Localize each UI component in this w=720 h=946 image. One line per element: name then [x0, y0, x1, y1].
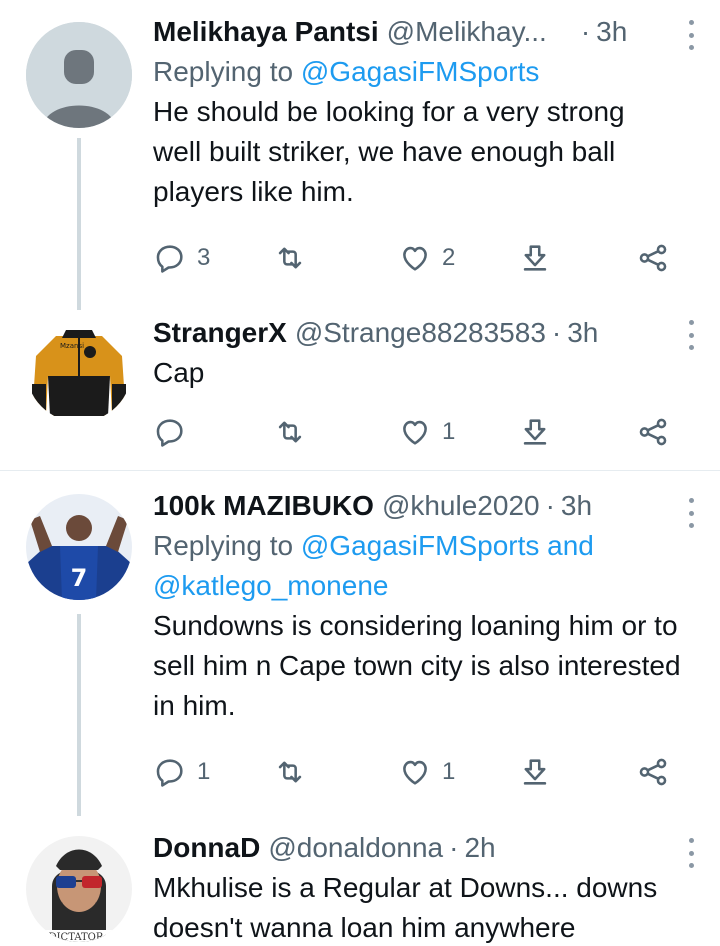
mention-link[interactable]: @katlego_monene [153, 570, 388, 601]
mention-link[interactable]: @GagasiFMSports and [301, 530, 594, 561]
bookmark-icon [523, 759, 547, 785]
avatar-default[interactable] [26, 22, 132, 128]
poster-avatar-image: DICTATOR [26, 836, 132, 942]
like-icon [403, 246, 427, 271]
avatar-donnad[interactable]: DICTATOR [26, 836, 132, 942]
reply-count: 1 [197, 758, 211, 785]
reply-button[interactable] [153, 412, 187, 452]
author-name[interactable]: Melikhaya Pantsi [153, 12, 379, 52]
share-button[interactable] [636, 238, 670, 278]
like-icon [403, 420, 427, 445]
like-button[interactable]: 1 [398, 752, 455, 792]
retweet-icon [278, 247, 302, 269]
tweet-text: Cap [153, 357, 205, 388]
reply-icon [156, 245, 183, 273]
jacket-avatar-image: Mzansi [26, 316, 132, 422]
tweet-text: Mkhulise is a Regular at Downs... downs … [153, 872, 658, 943]
replying-to-label: Replying to [153, 530, 294, 561]
author-handle[interactable]: @Melikhay... [387, 12, 547, 52]
separator-dot: · [580, 16, 591, 47]
tweet-actions: 1 [153, 412, 673, 452]
more-icon[interactable] [686, 498, 696, 528]
author-name[interactable]: StrangerX [153, 313, 287, 353]
default-avatar-icon [26, 22, 132, 128]
bookmark-button[interactable] [518, 752, 552, 792]
thread-line [77, 614, 81, 816]
tweet-text: He should be looking for a very strong w… [153, 96, 625, 207]
tweet-time[interactable]: 3h [596, 12, 627, 52]
tweet-time[interactable]: 3h [561, 486, 592, 526]
author-name[interactable]: 100k MAZIBUKO [153, 486, 374, 526]
mention-link[interactable]: @GagasiFMSports [301, 56, 540, 87]
like-count: 1 [442, 758, 456, 785]
tweet-time[interactable]: 2h [464, 828, 495, 868]
retweet-button[interactable] [273, 238, 307, 278]
tweet-text: Sundowns is considering loaning him or t… [153, 610, 681, 721]
more-icon[interactable] [686, 838, 696, 868]
more-icon[interactable] [686, 20, 696, 50]
author-name[interactable]: DonnaD [153, 828, 260, 868]
share-button[interactable] [636, 752, 670, 792]
more-icon[interactable] [686, 320, 696, 350]
retweet-button[interactable] [273, 412, 307, 452]
share-icon [639, 418, 667, 446]
thread-line [77, 138, 81, 310]
jersey-avatar-image: 7 [26, 494, 132, 600]
author-handle[interactable]: @donaldonna [268, 828, 443, 868]
like-button[interactable]: 1 [398, 412, 455, 452]
author-handle[interactable]: @Strange88283583 [295, 313, 546, 353]
reply-button[interactable]: 3 [153, 238, 210, 278]
like-count: 1 [442, 418, 456, 445]
like-count: 2 [442, 244, 456, 271]
jersey-number: 7 [71, 564, 88, 592]
reply-icon [156, 419, 183, 447]
tweet-donnad[interactable]: DICTATOR DonnaD @donaldonna · 2h Mkhulis… [0, 822, 720, 946]
separator-dot: · [449, 832, 459, 863]
retweet-icon [278, 761, 302, 783]
replying-to: Replying to @GagasiFMSports [153, 52, 700, 92]
poster-title: DICTATOR [49, 932, 104, 942]
share-icon [639, 244, 667, 272]
jacket-text: Mzansi [60, 342, 84, 350]
retweet-icon [278, 421, 302, 443]
author-handle[interactable]: @khule2020 [382, 486, 540, 526]
tweet-actions: 3 2 [153, 238, 673, 278]
bookmark-icon [523, 419, 547, 445]
replying-to-label: Replying to [153, 56, 294, 87]
reply-icon [156, 759, 183, 787]
like-button[interactable]: 2 [398, 238, 455, 278]
share-icon [639, 758, 667, 786]
replying-to: Replying to @GagasiFMSports and [153, 526, 700, 566]
avatar-strangerx[interactable]: Mzansi [26, 316, 132, 422]
tweet-time[interactable]: 3h [567, 313, 598, 353]
separator-dot: · [545, 490, 555, 521]
like-icon [403, 760, 427, 785]
tweet-divider [0, 470, 720, 471]
share-button[interactable] [636, 412, 670, 452]
bookmark-icon [523, 245, 547, 271]
reply-count: 3 [197, 244, 211, 271]
avatar-mazibuko[interactable]: 7 [26, 494, 132, 600]
tweet-actions: 1 1 [153, 752, 673, 792]
retweet-button[interactable] [273, 752, 307, 792]
separator-dot: · [551, 317, 562, 348]
bookmark-button[interactable] [518, 238, 552, 278]
bookmark-button[interactable] [518, 412, 552, 452]
reply-button[interactable]: 1 [153, 752, 210, 792]
